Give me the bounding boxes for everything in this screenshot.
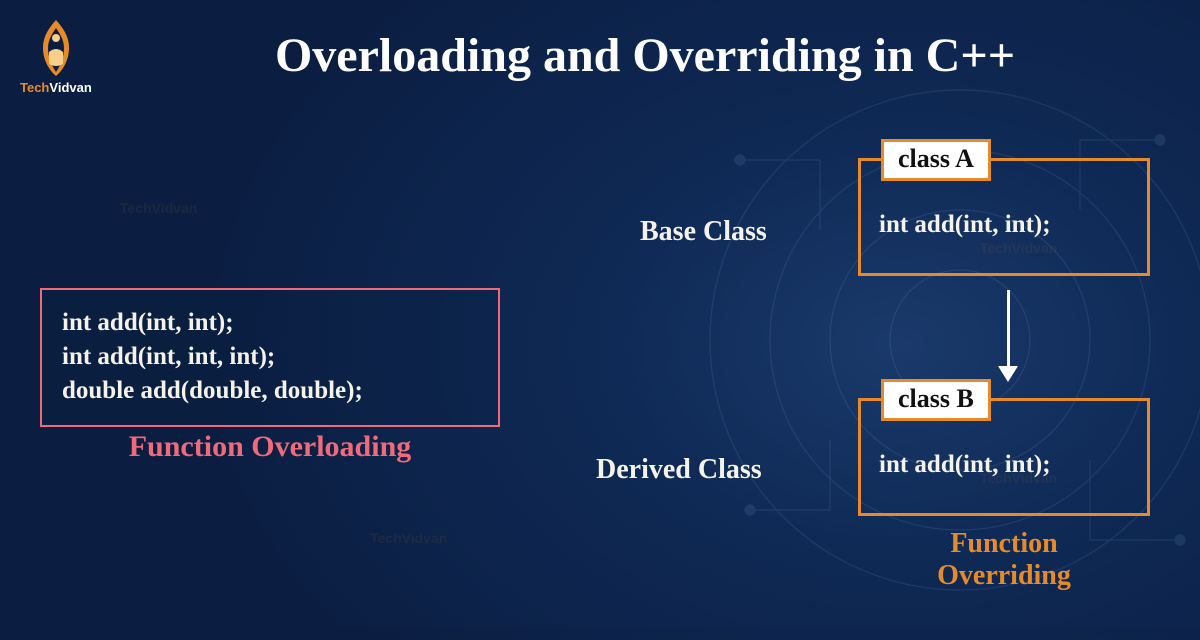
- page-title: Overloading and Overriding in C++: [150, 28, 1140, 83]
- logo-icon: [29, 18, 83, 78]
- watermark: TechVidvan: [370, 530, 447, 546]
- watermark: TechVidvan: [120, 200, 197, 216]
- overloading-caption: Function Overloading: [40, 430, 500, 464]
- derived-class-label: Derived Class: [596, 454, 762, 486]
- logo-text-part2: Vidvan: [49, 80, 91, 95]
- class-a-tag: class A: [881, 139, 991, 181]
- class-a-box: class A int add(int, int);: [858, 158, 1150, 276]
- brand-logo: TechVidvan: [20, 18, 92, 95]
- overriding-caption: FunctionOverriding: [858, 528, 1150, 592]
- logo-text: TechVidvan: [20, 80, 92, 95]
- overloading-line-2: int add(int, int, int);: [62, 340, 478, 374]
- inheritance-arrow-icon: [996, 290, 1020, 382]
- class-b-tag: class B: [881, 379, 991, 421]
- overloading-line-3: double add(double, double);: [62, 374, 478, 408]
- logo-text-part1: Tech: [20, 80, 49, 95]
- class-b-signature: int add(int, int);: [879, 451, 1137, 479]
- class-a-signature: int add(int, int);: [879, 211, 1137, 239]
- overloading-code-box: int add(int, int); int add(int, int, int…: [40, 288, 500, 427]
- class-b-box: class B int add(int, int);: [858, 398, 1150, 516]
- overloading-line-1: int add(int, int);: [62, 306, 478, 340]
- base-class-label: Base Class: [640, 216, 767, 248]
